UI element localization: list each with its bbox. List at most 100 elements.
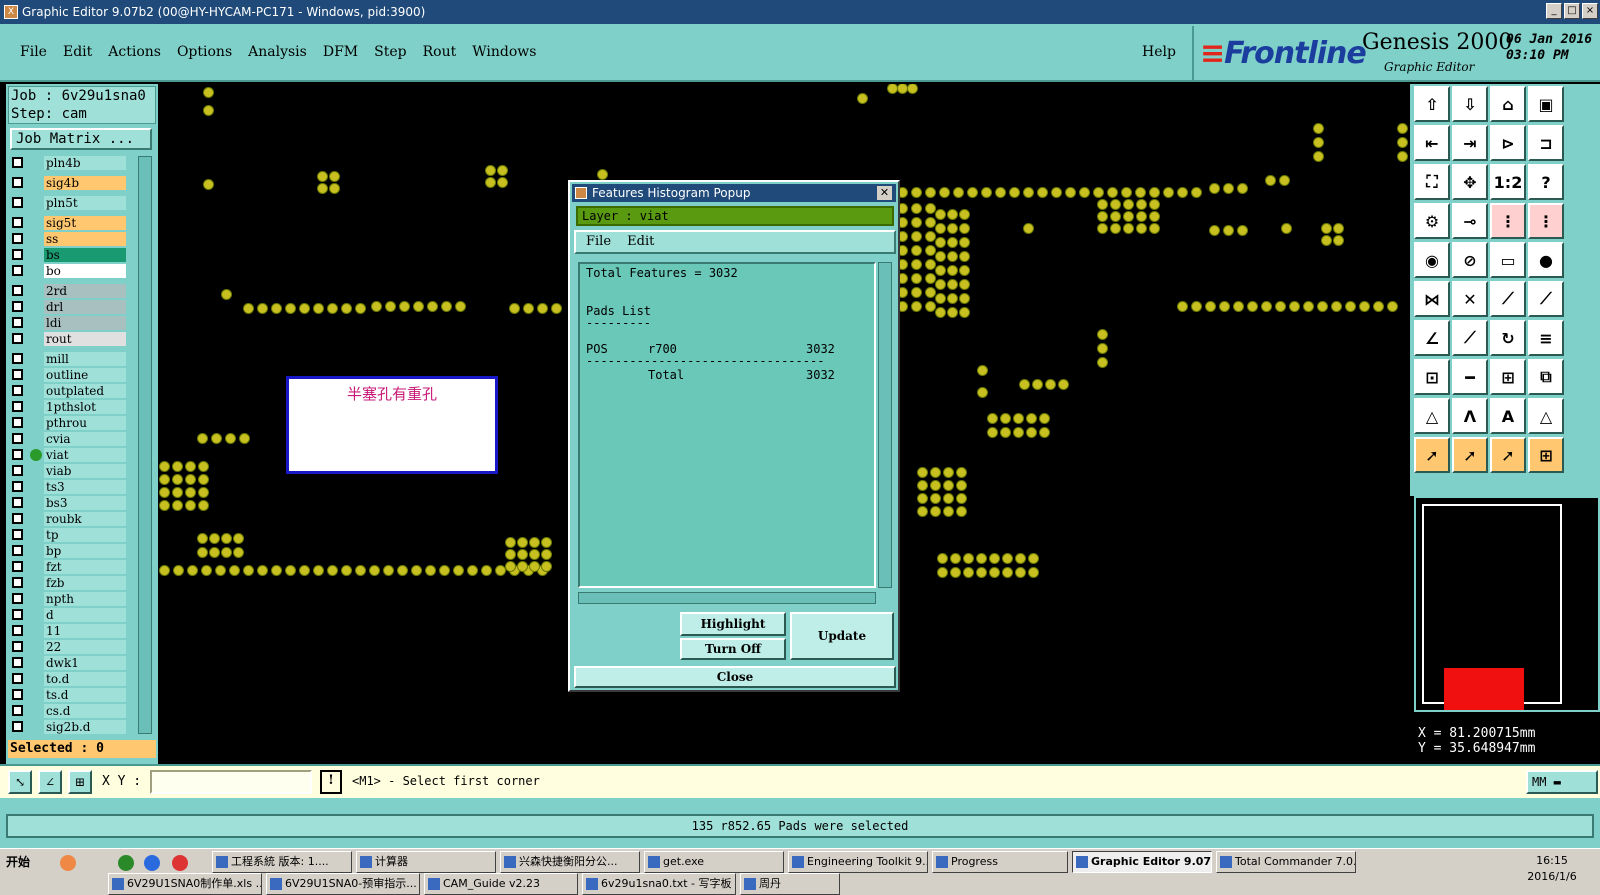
layer-checkbox[interactable] <box>12 369 23 380</box>
layer-row[interactable]: ts3 <box>8 480 132 494</box>
arc-icon[interactable]: ↻ <box>1490 320 1526 356</box>
layer-checkbox[interactable] <box>12 689 23 700</box>
shape-icon[interactable]: A <box>1490 398 1526 434</box>
probe-icon[interactable]: ⊸ <box>1452 203 1488 239</box>
layer-row[interactable]: bs <box>8 248 132 262</box>
layer-checkbox[interactable] <box>12 705 23 716</box>
layer-row[interactable]: bs3 <box>8 496 132 510</box>
layer-name[interactable]: pthrou <box>44 416 126 430</box>
taskbar-clock[interactable]: 16:15 2016/1/6 <box>1520 853 1584 885</box>
copy-blue-icon[interactable]: ⧉ <box>1528 359 1564 395</box>
layer-name[interactable]: d <box>44 608 126 622</box>
taskbar-button[interactable]: CAM_Guide v2.23 <box>424 873 578 895</box>
layer-row[interactable]: d <box>8 608 132 622</box>
layer-name[interactable]: pln5t <box>44 196 126 210</box>
move-right-icon[interactable]: ⇥ <box>1452 125 1488 161</box>
resize-icon[interactable]: ⊞ <box>1490 359 1526 395</box>
pad-icon[interactable]: ● <box>1528 242 1564 278</box>
taskbar-button[interactable]: Graphic Editor 9.07... <box>1072 851 1212 873</box>
select-arc-icon[interactable]: ➚ <box>1490 437 1526 473</box>
menu-windows[interactable]: Windows <box>472 44 536 60</box>
layer-name[interactable]: 22 <box>44 640 126 654</box>
layer-row[interactable]: 2rd <box>8 284 132 298</box>
layer-row[interactable]: bo <box>8 264 132 278</box>
popup-close-icon[interactable]: ✕ <box>877 186 892 200</box>
start-button[interactable]: 开始 <box>2 851 52 873</box>
layer-checkbox[interactable] <box>12 301 23 312</box>
layer-checkbox[interactable] <box>12 561 23 572</box>
layer-name[interactable]: ss <box>44 232 126 246</box>
cross-icon[interactable]: ✕ <box>1452 281 1488 317</box>
taskbar-button[interactable]: Progress <box>932 851 1068 873</box>
warning-shape-icon[interactable]: △ <box>1528 398 1564 434</box>
taskbar-button[interactable]: Total Commander 7.0... <box>1216 851 1356 873</box>
layer-name[interactable]: ts3 <box>44 480 126 494</box>
app-icon[interactable] <box>172 855 188 871</box>
layer-row[interactable]: pln4b <box>8 156 132 170</box>
layer-name[interactable]: cs.d <box>44 704 126 718</box>
taskbar-button[interactable]: get.exe <box>644 851 784 873</box>
layer-name[interactable]: ldi <box>44 316 126 330</box>
select-box-icon[interactable]: ➚ <box>1452 437 1488 473</box>
ie-icon[interactable] <box>144 855 160 871</box>
close-window-button[interactable]: × <box>1582 3 1598 19</box>
layer-row[interactable]: ldi <box>8 316 132 330</box>
layer-row[interactable]: pln5t <box>8 196 132 210</box>
layer-checkbox[interactable] <box>12 481 23 492</box>
layer-name[interactable]: ts.d <box>44 688 126 702</box>
layer-name[interactable]: rout <box>44 332 126 346</box>
filter-icon[interactable]: ⚙ <box>1414 203 1450 239</box>
layer-name[interactable]: outplated <box>44 384 126 398</box>
layer-checkbox[interactable] <box>12 497 23 508</box>
layer-checkbox[interactable] <box>12 385 23 396</box>
overview-map[interactable] <box>1414 496 1600 712</box>
arc-red-icon[interactable]: △ <box>1414 398 1450 434</box>
break-icon[interactable]: ━ <box>1452 359 1488 395</box>
layer-row[interactable]: roubk <box>8 512 132 526</box>
update-button[interactable]: Update <box>790 612 894 660</box>
taskbar-button[interactable]: 计算器 <box>356 851 496 873</box>
layer-name[interactable]: pln4b <box>44 156 126 170</box>
net-icon[interactable]: ⋮ <box>1528 203 1564 239</box>
menu-edit[interactable]: Edit <box>63 44 92 60</box>
job-matrix-button[interactable]: Job Matrix ... <box>10 128 152 150</box>
layer-row[interactable]: viab <box>8 464 132 478</box>
layer-row[interactable]: sig4b <box>8 176 132 190</box>
layer-checkbox[interactable] <box>12 449 23 460</box>
layer-checkbox[interactable] <box>12 465 23 476</box>
layer-name[interactable]: bs3 <box>44 496 126 510</box>
layer-checkbox[interactable] <box>12 657 23 668</box>
taskbar-button[interactable]: 兴森快捷衡阳分公... <box>500 851 640 873</box>
histogram-vscroll[interactable] <box>878 262 892 588</box>
layer-name[interactable]: bp <box>44 544 126 558</box>
layer-name[interactable]: viab <box>44 464 126 478</box>
taskbar-button[interactable]: 6V29U1SNA0-预审指示... <box>266 873 420 895</box>
layer-row[interactable]: sig2b.d <box>8 720 132 734</box>
pan-icon[interactable]: ✥ <box>1452 164 1488 200</box>
popup-menu-file[interactable]: File <box>586 234 611 249</box>
route-icon[interactable]: ⊞ <box>1528 437 1564 473</box>
layer-name[interactable]: to.d <box>44 672 126 686</box>
snap-icon[interactable]: ⊐ <box>1528 125 1564 161</box>
layer-checkbox[interactable] <box>12 249 23 260</box>
layer-checkbox[interactable] <box>12 609 23 620</box>
layer-name[interactable]: tp <box>44 528 126 542</box>
layer-checkbox[interactable] <box>12 513 23 524</box>
layer-checkbox[interactable] <box>12 593 23 604</box>
line-point-blue-icon[interactable]: ⟋ <box>1528 281 1564 317</box>
layer-checkbox[interactable] <box>12 333 23 344</box>
menu-step[interactable]: Step <box>374 44 406 60</box>
help-icon[interactable]: ? <box>1528 164 1564 200</box>
layer-name[interactable]: fzb <box>44 576 126 590</box>
layer-checkbox[interactable] <box>12 577 23 588</box>
layer-row[interactable]: fzb <box>8 576 132 590</box>
menu-help[interactable]: Help <box>1142 44 1176 60</box>
menu-rout[interactable]: Rout <box>423 44 457 60</box>
layer-row[interactable]: outline <box>8 368 132 382</box>
layer-name[interactable]: 2rd <box>44 284 126 298</box>
line-point-icon[interactable]: ⟋ <box>1490 281 1526 317</box>
camera-icon[interactable]: ◉ <box>1414 242 1450 278</box>
layer-checkbox[interactable] <box>12 417 23 428</box>
layer-checkbox[interactable] <box>12 217 23 228</box>
popup-menu-edit[interactable]: Edit <box>627 234 654 249</box>
